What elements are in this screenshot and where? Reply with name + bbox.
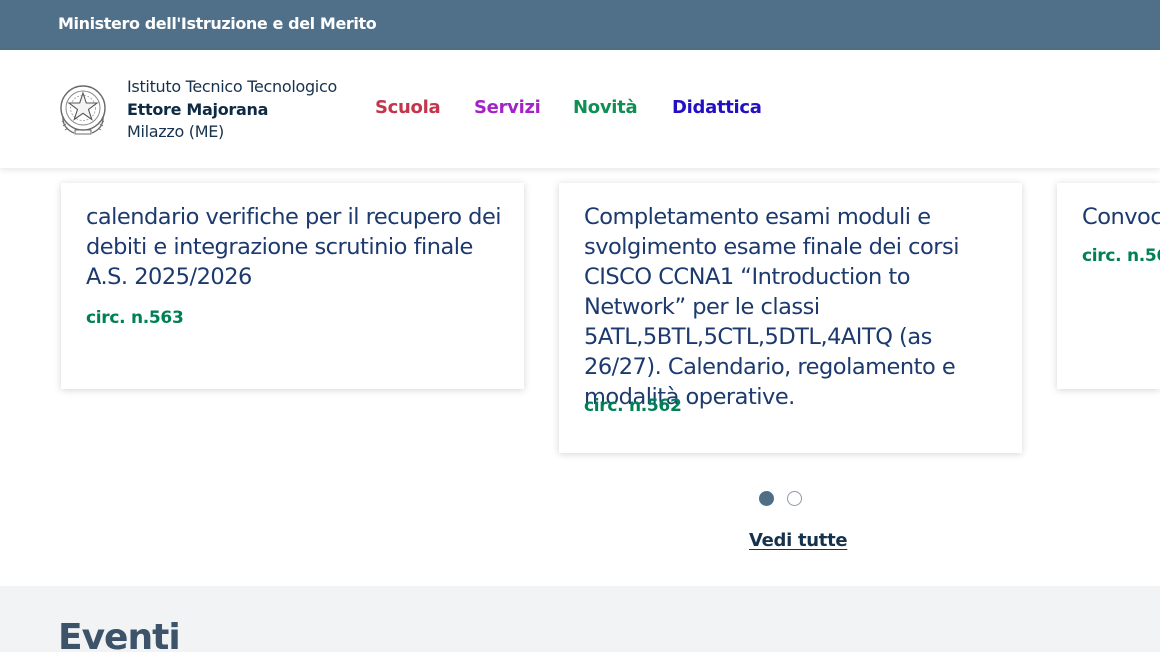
events-section: Eventi — [0, 586, 1160, 652]
carousel-dot-1[interactable] — [759, 491, 774, 506]
circular-number: circ. n.562 — [584, 396, 682, 416]
nav-scuola[interactable]: Scuola — [375, 97, 441, 118]
circular-number: circ. n.563 — [86, 308, 184, 328]
circular-title: calendario verifiche per il recupero dei… — [86, 204, 502, 290]
school-identity[interactable]: Istituto Tecnico Tecnologico Ettore Majo… — [127, 76, 337, 144]
site-header: Istituto Tecnico Tecnologico Ettore Majo… — [0, 50, 1160, 168]
circular-title: Completamento esami moduli e svolgimento… — [584, 204, 959, 410]
ministry-link[interactable]: Ministero dell'Istruzione e del Merito — [58, 14, 377, 33]
circular-card[interactable]: Completamento esami moduli e svolgimento… — [559, 183, 1022, 453]
carousel-dot-2[interactable] — [787, 491, 802, 506]
circular-number: circ. n.56 — [1082, 246, 1160, 266]
circular-card[interactable]: calendario verifiche per il recupero dei… — [61, 183, 524, 389]
school-city: Milazzo (ME) — [127, 122, 224, 141]
republic-emblem-icon[interactable] — [56, 80, 110, 138]
nav-novita[interactable]: Novità — [573, 97, 638, 118]
nav-didattica[interactable]: Didattica — [672, 97, 762, 118]
school-name: Ettore Majorana — [127, 99, 269, 119]
top-bar: Ministero dell'Istruzione e del Merito — [0, 0, 1160, 50]
nav-servizi[interactable]: Servizi — [474, 97, 541, 118]
circular-card[interactable]: Convoca circ. n.56 — [1057, 183, 1160, 389]
see-all-link[interactable]: Vedi tutte — [749, 530, 848, 551]
school-type: Istituto Tecnico Tecnologico — [127, 77, 337, 96]
circular-title: Convoca — [1082, 204, 1160, 230]
events-heading: Eventi — [58, 617, 181, 652]
